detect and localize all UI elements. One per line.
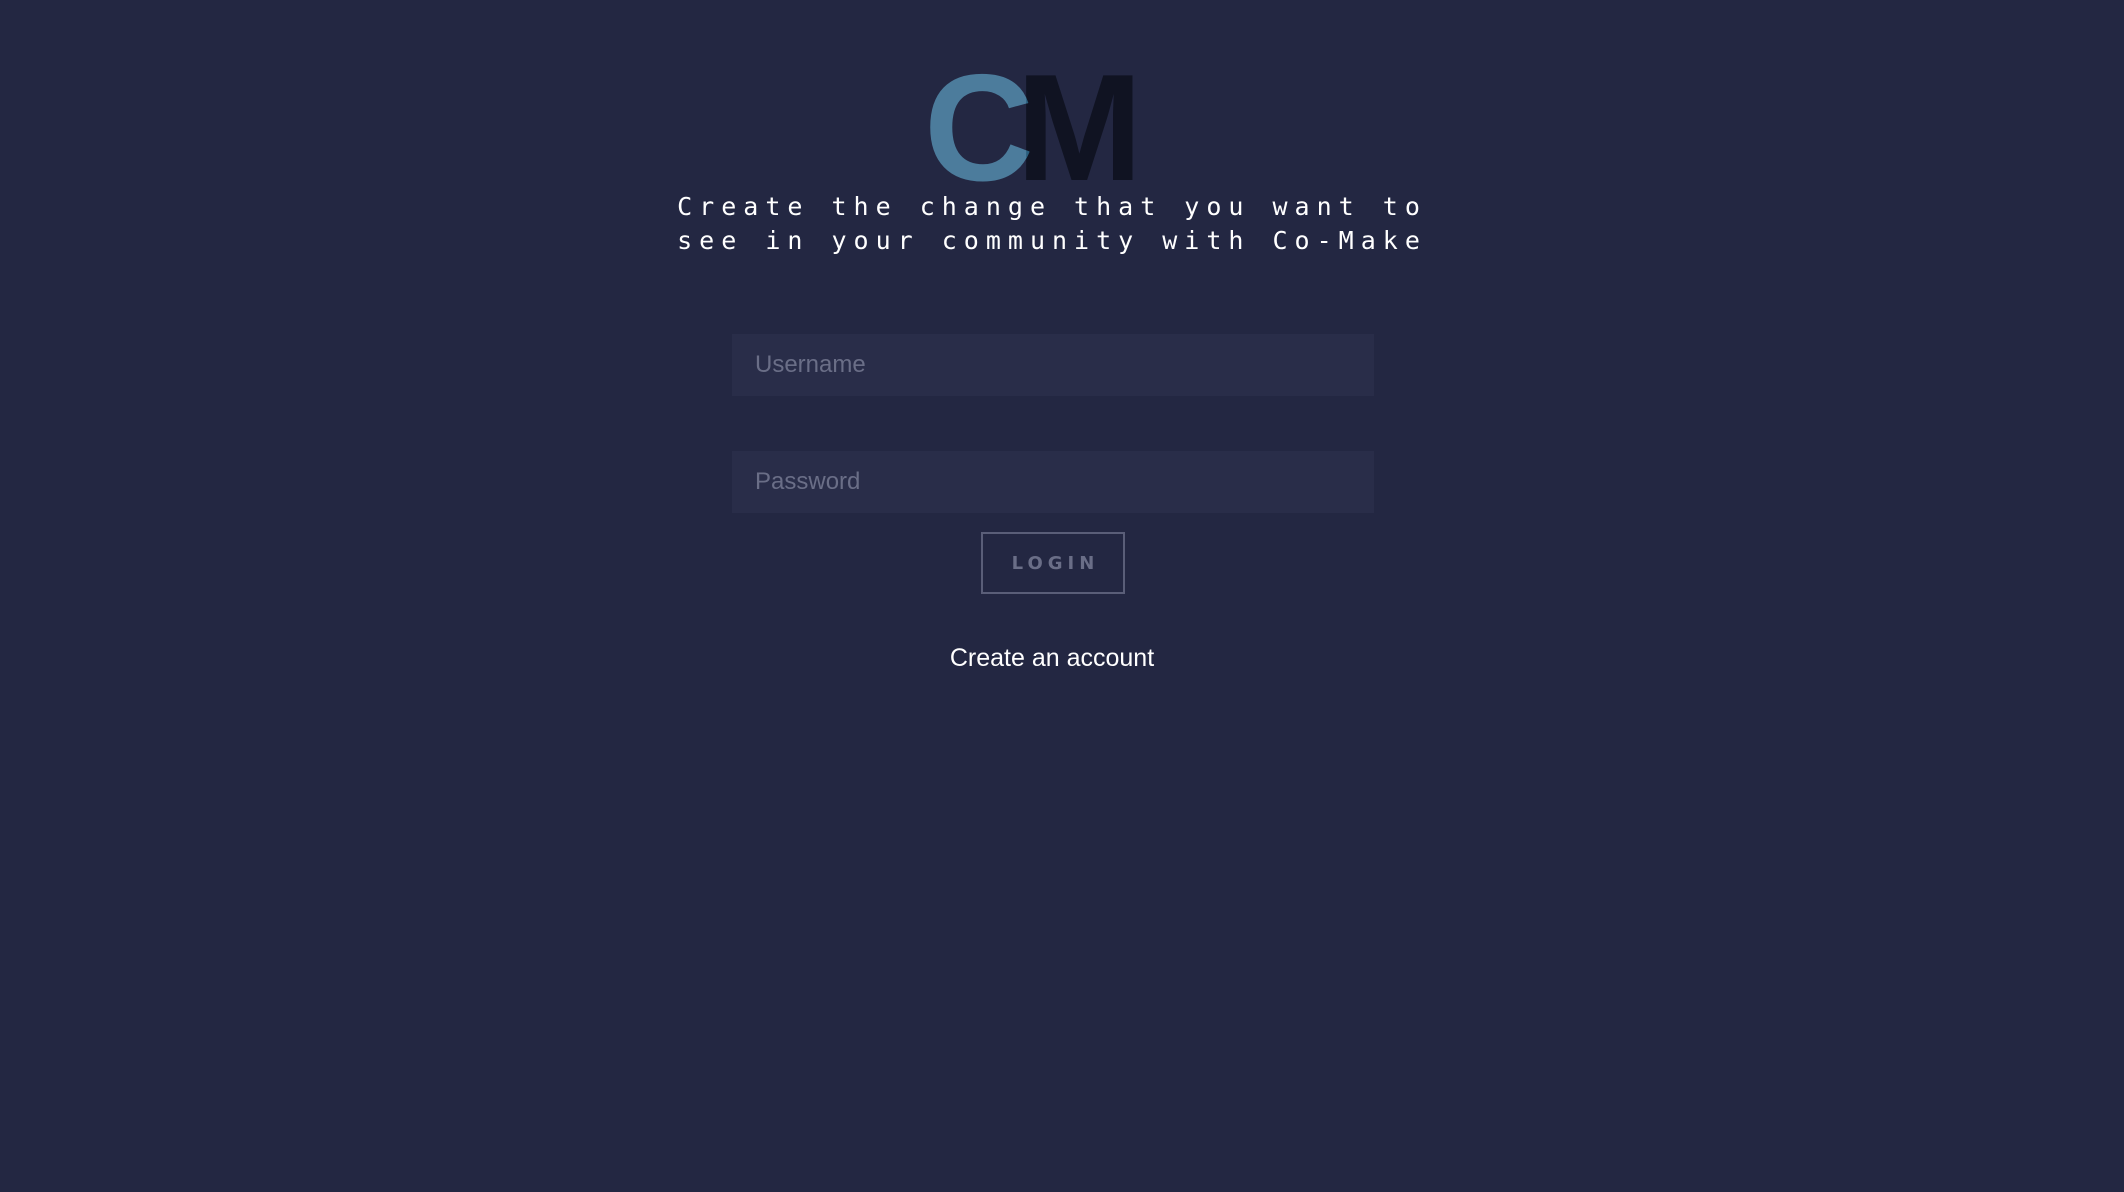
tagline-line: Create the change that you want to [677, 192, 1427, 221]
login-button[interactable]: LOGIN [981, 532, 1125, 594]
create-account-link[interactable]: Create an account [862, 642, 1242, 674]
username-input[interactable] [732, 334, 1374, 396]
login-page: M M C C Create the change that you want … [0, 0, 2124, 1192]
tagline-line: see in your community with Co-Make [677, 226, 1427, 255]
password-input[interactable] [732, 451, 1374, 513]
tagline: Create the change that you want to see i… [662, 190, 1442, 258]
co-make-logo: M M C C [920, 48, 1150, 198]
logo-letter-m: M [1016, 48, 1143, 198]
